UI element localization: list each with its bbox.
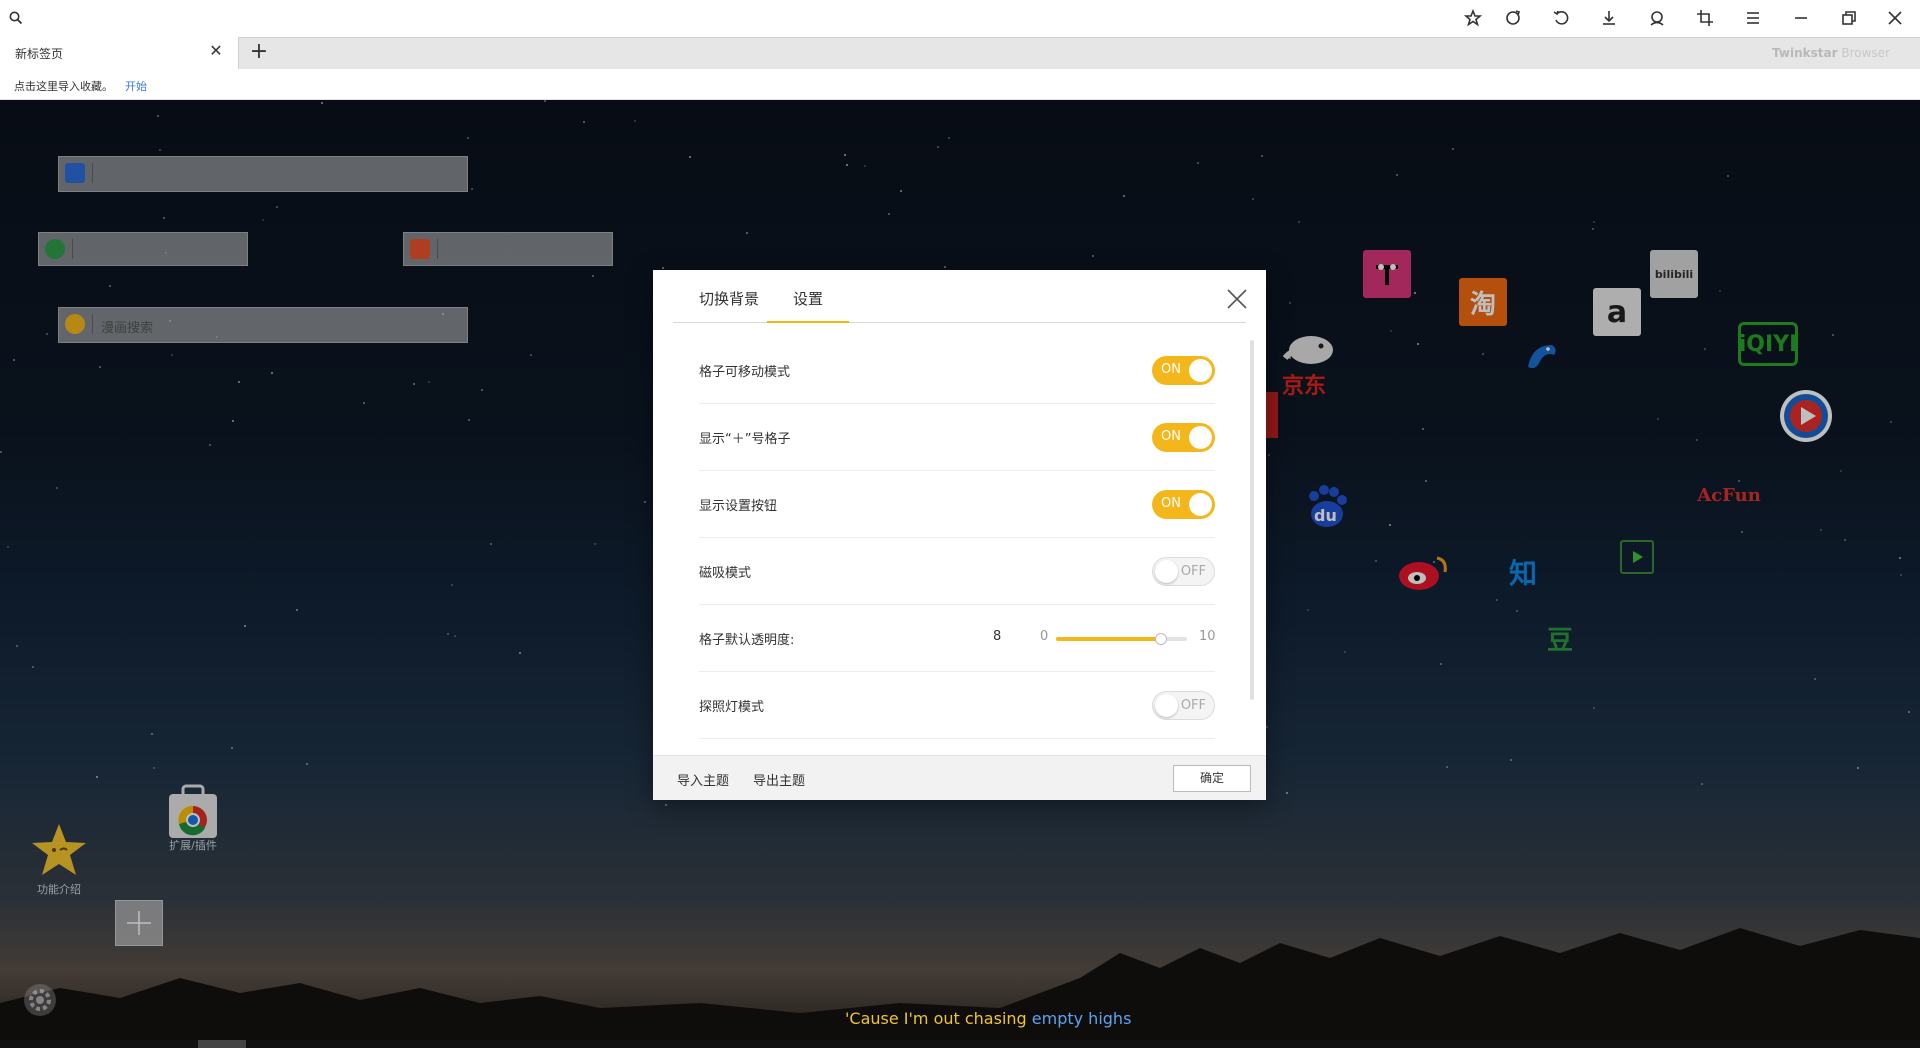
dialog-tabs: 切换背景 设置 (673, 270, 1246, 323)
opacity-min: 0 (1040, 629, 1049, 644)
toggle-state: OFF (1180, 564, 1206, 579)
toggle-state: OFF (1180, 698, 1206, 713)
toggle-knob (1189, 359, 1212, 382)
tab-title: 新标签页 (15, 47, 64, 61)
tab-close-icon[interactable]: ✕ (208, 43, 224, 59)
close-icon[interactable] (1883, 6, 1907, 30)
dialog-footer: 导入主题 导出主题 确定 (653, 755, 1266, 800)
toggle-state: ON (1161, 496, 1181, 511)
spotlight-mode-toggle[interactable]: OFF (1152, 691, 1215, 720)
lyric-highlight: empty highs (1031, 1009, 1132, 1028)
crop-icon[interactable] (1693, 6, 1717, 30)
refresh-icon[interactable] (1501, 6, 1525, 30)
setting-row-grid-opacity: 格子默认透明度: 8 0 10 (699, 605, 1216, 672)
toggle-knob (1155, 694, 1178, 717)
opacity-slider-handle[interactable] (1154, 633, 1167, 645)
tab-switch-background[interactable]: 切换背景 (699, 288, 759, 321)
toggle-state: ON (1161, 429, 1181, 444)
setting-label: 显示“＋”号格子 (699, 432, 791, 447)
setting-row-show-plus-grid: 显示“＋”号格子 ON (699, 404, 1215, 471)
star-icon[interactable] (1461, 6, 1485, 30)
export-theme-link[interactable]: 导出主题 (753, 770, 805, 789)
restore-icon[interactable] (1837, 6, 1861, 30)
lyric-text: 'Cause I'm out chasing (845, 1009, 1032, 1028)
theme-settings-dialog: 切换背景 设置 格子可移动模式 ON 显示“＋”号格子 ON 显示设置按钮 ON… (653, 270, 1266, 800)
opacity-max: 10 (1199, 629, 1216, 644)
tab-settings[interactable]: 设置 (767, 288, 850, 323)
bookmark-bar: 点击这里导入收藏。 开始 (0, 70, 1920, 100)
user-icon[interactable] (1645, 6, 1669, 30)
minimize-icon[interactable] (1789, 6, 1813, 30)
browser-brand: Twinkstar Browser (1772, 46, 1890, 60)
import-theme-link[interactable]: 导入主题 (677, 770, 729, 789)
opacity-slider-fill (1056, 637, 1161, 641)
setting-label: 格子可移动模式 (699, 365, 791, 380)
setting-row-spotlight-mode: 探照灯模式 OFF (699, 672, 1215, 739)
dialog-close-icon[interactable] (1226, 288, 1248, 310)
toggle-knob (1189, 493, 1212, 516)
setting-row-movable-grid: 格子可移动模式 ON (699, 337, 1215, 404)
title-toolbar (0, 0, 1920, 36)
lyric-caption: 'Cause I'm out chasing empty highs (845, 1009, 1131, 1028)
bottom-bar-segment (198, 1040, 246, 1048)
new-tab-button[interactable]: + (247, 40, 271, 64)
setting-row-show-settings-button: 显示设置按钮 ON (699, 471, 1215, 538)
setting-label: 探照灯模式 (699, 700, 765, 715)
magnetic-mode-toggle[interactable]: OFF (1152, 557, 1215, 586)
import-bookmarks-tip: 点击这里导入收藏。 (14, 80, 113, 93)
setting-row-magnetic-mode: 磁吸模式 OFF (699, 538, 1215, 605)
bottom-bar (0, 1040, 1920, 1048)
tab-bar: 新标签页 ✕ + Twinkstar Browser (0, 36, 1920, 70)
movable-grid-toggle[interactable]: ON (1152, 356, 1215, 385)
tab-new-tab[interactable]: 新标签页 ✕ (0, 36, 236, 70)
setting-label: 格子默认透明度: (699, 633, 795, 648)
undo-icon[interactable] (1549, 6, 1573, 30)
tab-strip: + Twinkstar Browser (238, 37, 1920, 69)
download-icon[interactable] (1597, 6, 1621, 30)
menu-icon[interactable] (1741, 6, 1765, 30)
settings-scrollbar[interactable] (1250, 340, 1254, 700)
toggle-state: ON (1161, 362, 1181, 377)
toggle-knob (1189, 426, 1212, 449)
toggle-knob (1155, 560, 1178, 583)
brand-name: Twinkstar (1772, 46, 1838, 60)
opacity-value: 8 (993, 629, 1002, 644)
ok-button[interactable]: 确定 (1173, 765, 1251, 792)
show-plus-grid-toggle[interactable]: ON (1152, 423, 1215, 452)
search-icon[interactable] (8, 10, 24, 26)
show-settings-button-toggle[interactable]: ON (1152, 490, 1215, 519)
setting-label: 磁吸模式 (699, 566, 752, 581)
settings-list: 格子可移动模式 ON 显示“＋”号格子 ON 显示设置按钮 ON 磁吸模式 OF… (699, 337, 1216, 739)
import-start-link[interactable]: 开始 (125, 78, 147, 94)
setting-label: 显示设置按钮 (699, 499, 778, 514)
opacity-slider[interactable] (1056, 633, 1187, 645)
brand-suffix: Browser (1837, 46, 1890, 60)
